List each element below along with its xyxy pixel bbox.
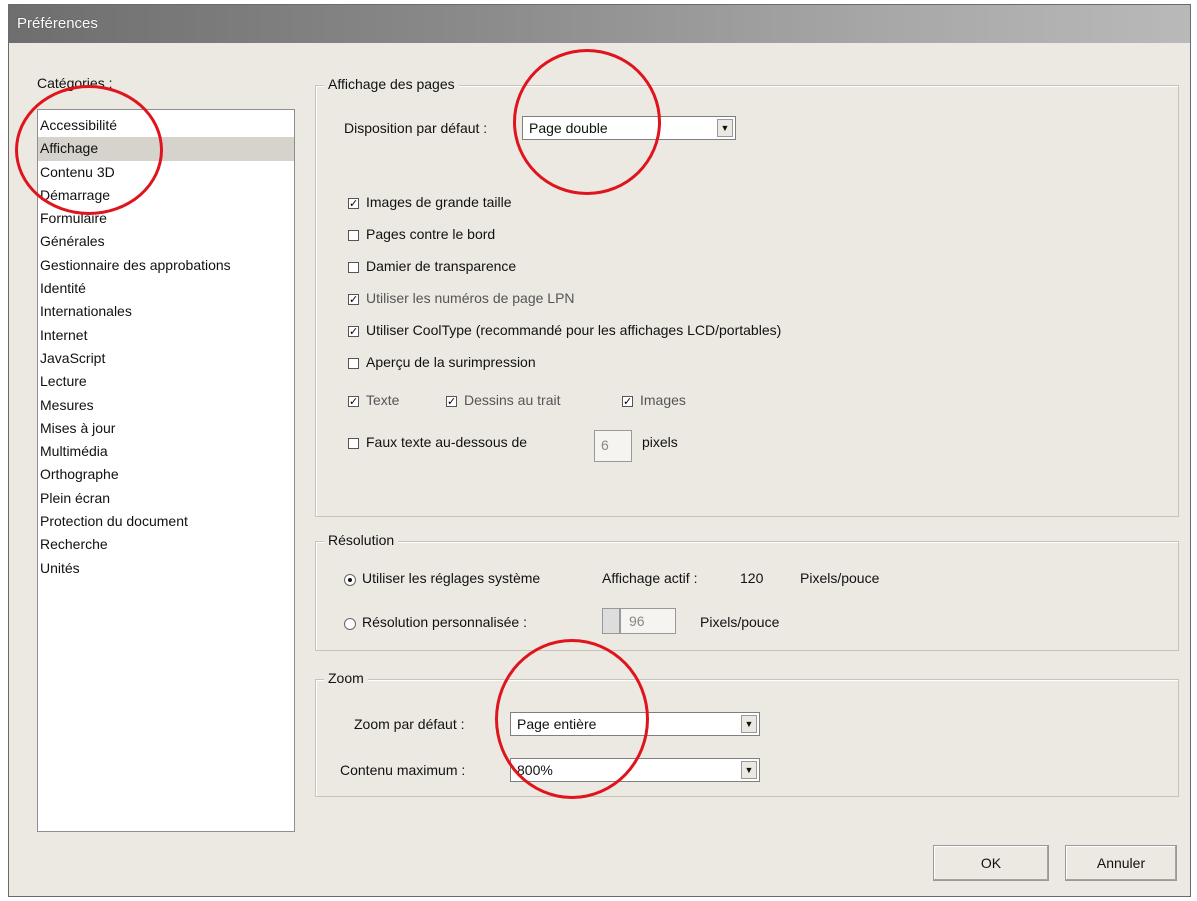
resolution-spinner[interactable] (602, 608, 620, 634)
lpn-label: Utiliser les numéros de page LPN (366, 290, 575, 306)
large-images-label: Images de grande taille (366, 194, 512, 210)
category-item[interactable]: Recherche (38, 533, 294, 556)
active-display-unit: Pixels/pouce (800, 570, 880, 586)
category-item[interactable]: Internationales (38, 300, 294, 323)
lpn-checkbox[interactable]: ✓ (348, 294, 359, 306)
default-zoom-label: Zoom par défaut : (354, 716, 465, 732)
text-smoothing-checkbox[interactable]: ✓ (348, 396, 359, 408)
default-zoom-value: Page entière (517, 716, 597, 732)
layout-label: Disposition par défaut : (344, 120, 488, 136)
custom-resolution-input[interactable]: 96 (620, 608, 676, 634)
chevron-down-icon[interactable]: ▼ (717, 119, 733, 137)
category-item[interactable]: Unités (38, 557, 294, 580)
pages-edge-label: Pages contre le bord (366, 226, 496, 242)
window-title: Préférences (17, 15, 98, 32)
category-item[interactable]: Formulaire (38, 207, 294, 230)
resolution-title: Résolution (324, 532, 399, 548)
lineart-checkbox[interactable]: ✓ (446, 396, 457, 408)
pages-edge-checkbox[interactable] (348, 230, 359, 241)
category-item[interactable]: Internet (38, 324, 294, 347)
custom-resolution-unit: Pixels/pouce (700, 614, 780, 630)
max-content-label: Contenu maximum : (340, 762, 466, 778)
active-display-label: Affichage actif : (602, 570, 698, 586)
greek-text-input[interactable]: 6 (594, 430, 632, 462)
category-item[interactable]: Affichage (38, 137, 294, 161)
category-item[interactable]: Lecture (38, 370, 294, 393)
max-content-select[interactable]: 800% ▼ (510, 758, 760, 782)
large-images-checkbox[interactable]: ✓ (348, 198, 359, 210)
chevron-down-icon[interactable]: ▼ (741, 715, 757, 733)
category-item[interactable]: Mesures (38, 394, 294, 417)
cooltype-checkbox[interactable]: ✓ (348, 326, 359, 338)
cooltype-label: Utiliser CoolType (recommandé pour les a… (366, 322, 782, 338)
chevron-down-icon[interactable]: ▼ (741, 761, 757, 779)
transparency-grid-checkbox[interactable] (348, 262, 359, 273)
category-item[interactable]: Gestionnaire des approbations (38, 254, 294, 277)
active-display-value: 120 (740, 570, 764, 586)
category-item[interactable]: Démarrage (38, 184, 294, 207)
ok-button[interactable]: OK (933, 845, 1049, 881)
greek-text-checkbox[interactable] (348, 438, 359, 449)
title-bar[interactable]: Préférences (9, 5, 1190, 43)
page-display-title: Affichage des pages (324, 76, 459, 92)
categories-label: Catégories : (37, 75, 113, 91)
lineart-label: Dessins au trait (464, 392, 561, 408)
overprint-label: Aperçu de la surimpression (366, 354, 536, 370)
images-smoothing-checkbox[interactable]: ✓ (622, 396, 633, 408)
custom-resolution-radio[interactable] (344, 618, 356, 630)
category-item[interactable]: Plein écran (38, 487, 294, 510)
custom-resolution-value: 96 (629, 613, 645, 629)
category-item[interactable]: Accessibilité (38, 114, 294, 137)
system-settings-label: Utiliser les réglages système (362, 570, 541, 586)
category-item[interactable]: Orthographe (38, 463, 294, 486)
max-content-value: 800% (517, 762, 553, 778)
layout-select[interactable]: Page double ▼ (522, 116, 736, 140)
category-item[interactable]: JavaScript (38, 347, 294, 370)
system-settings-radio[interactable] (344, 574, 356, 586)
category-item[interactable]: Multimédia (38, 440, 294, 463)
page-display-group: Affichage des pages Disposition par défa… (315, 76, 1179, 517)
categories-list[interactable]: Accessibilité Affichage Contenu 3D Démarrag… (37, 109, 295, 832)
category-item[interactable]: Générales (38, 230, 294, 253)
zoom-title: Zoom (324, 670, 368, 686)
preferences-dialog: Préférences Catégories : Accessibilité Af… (8, 4, 1191, 897)
category-item[interactable]: Mises à jour (38, 417, 294, 440)
overprint-checkbox[interactable] (348, 358, 359, 369)
default-zoom-select[interactable]: Page entière ▼ (510, 712, 760, 736)
transparency-grid-label: Damier de transparence (366, 258, 517, 274)
layout-value: Page double (529, 120, 608, 136)
pixels-label: pixels (642, 434, 678, 450)
resolution-group: Résolution Utiliser les réglages système… (315, 532, 1179, 651)
category-item[interactable]: Identité (38, 277, 294, 300)
greek-text-label: Faux texte au-dessous de (366, 434, 528, 450)
text-smoothing-label: Texte (366, 392, 400, 408)
custom-resolution-label: Résolution personnalisée : (362, 614, 527, 630)
zoom-group: Zoom Zoom par défaut : Page entière ▼ Co… (315, 670, 1179, 797)
greek-text-value: 6 (601, 437, 609, 453)
category-item[interactable]: Protection du document (38, 510, 294, 533)
cancel-button[interactable]: Annuler (1065, 845, 1177, 881)
category-item[interactable]: Contenu 3D (38, 161, 294, 184)
images-smoothing-label: Images (640, 392, 686, 408)
